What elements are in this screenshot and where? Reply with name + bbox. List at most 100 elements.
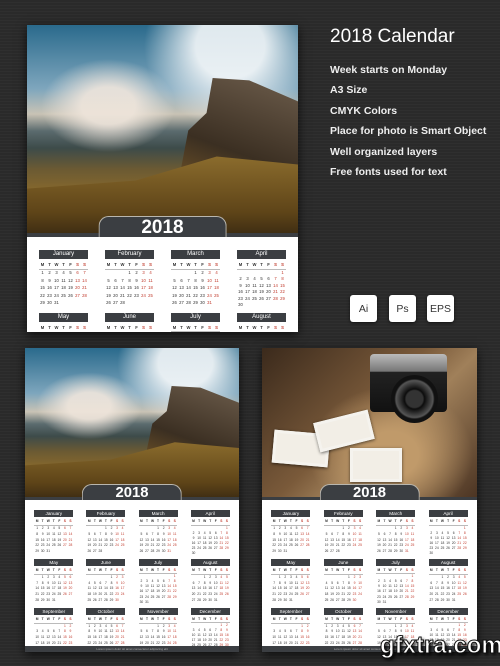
weekday-label: T [244,325,251,332]
camera-lens-image [391,375,439,423]
day-cell: 18 [148,285,153,291]
day-cell: 24 [245,295,250,301]
feature-item: Well organized layers [330,145,438,158]
day-cell: 30 [352,597,357,602]
empty-cell [171,270,178,277]
weekday-label: W [53,262,60,271]
year-label: 2018 [98,216,227,238]
weekday-label: S [67,519,74,527]
day-cell: 26 [172,300,177,306]
day-cell: 8 [194,277,197,283]
day-cell: 13 [75,277,80,283]
poster-photo [262,348,477,500]
month-header: May [34,558,74,566]
weekday-label: M [39,325,46,332]
weekday-label: S [119,617,126,624]
day-cell: 25 [172,543,177,548]
day-cell: 6 [114,277,117,283]
month-august: AugustMTWTFSS123456789101112131415161718… [190,558,230,604]
day-cell: 31 [46,549,51,554]
weekday-label: M [237,325,244,332]
month-header: March [171,250,220,259]
day-cell: 27 [113,300,118,306]
day-cell: 30 [191,550,196,555]
weekday-label: T [60,262,67,271]
month-header: March [138,510,178,518]
month-june: JuneMTWTFSS12345678910111213141516171819… [86,558,126,604]
month-header: May [271,558,311,566]
day-cell: 4 [62,270,65,276]
day-cell: 14 [186,285,191,291]
weekday-label: S [304,617,311,624]
month-header: November [376,607,416,615]
calendar-grid: January M T W T F S S 1 2 3 4 5 6 7 8 9 10 11 12 13 14 15 16 17 1… [262,500,477,652]
day-cell: 15 [193,285,198,291]
day-cell: 27 [305,592,310,597]
month-header: July [171,312,220,322]
month-june: JuneMTWTFSS12345678910111213141516171819… [105,312,154,332]
day-cell: 30 [47,300,52,306]
feature-item: CMYK Colors [330,104,398,117]
empty-cell [178,270,185,277]
photoshop-format-icon: Ps [389,295,416,322]
month-header: July [138,558,178,566]
day-cell: 31 [145,599,149,604]
weekday-label: T [258,325,265,332]
day-cell: 25 [214,292,219,298]
weekday-label: M [105,325,112,332]
weekday-label: S [224,568,230,575]
day-cell: 29 [172,594,177,599]
month-april: April M T W T F S S 1 2 3 4 5 6 7 8 9 10 11 12 13 14 15 16 17 18 1… [190,510,230,555]
weekday-label: S [67,617,74,624]
day-cell: 17 [141,285,146,291]
day-cell: 5 [69,270,72,276]
day-cell: 25 [410,543,415,548]
day-cell: 6 [180,277,183,283]
day-cell: 31 [213,597,218,602]
day-cell: 25 [120,543,125,548]
year-label: 2018 [81,484,183,501]
weekday-label: T [112,325,119,332]
empty-cell [119,270,126,277]
day-cell: 2 [135,270,138,276]
year-label: 2018 [319,484,420,501]
weekday-label: T [258,262,265,270]
day-cell: 3 [142,270,145,276]
day-cell: 26 [68,292,73,298]
day-cell: 31 [289,597,293,602]
day-cell: 5 [107,277,110,283]
month-august: AugustMTWTFSS123456789101112131415161718… [428,558,468,604]
day-cell: 27 [179,300,184,306]
weekday-label: S [74,325,81,332]
day-cell: 23 [134,292,139,298]
day-cell: 4 [215,270,218,276]
weekday-label: W [53,325,60,332]
photo-print [312,410,375,454]
day-cell: 21 [82,285,87,291]
month-may: MayMTWTFSS123456789101112131415161718192… [34,558,74,604]
day-cell: 28 [120,300,125,306]
eps-format-icon: EPS [427,295,454,322]
day-cell: 31 [207,300,212,306]
product-title: 2018 Calendar [330,26,455,47]
day-cell: 2 [48,270,51,276]
weekday-label: S [272,325,279,332]
weekday-label: M [171,325,178,332]
day-cell: 31 [283,549,288,554]
month-header: December [428,607,468,615]
day-cell: 11 [148,277,153,283]
day-cell: 31 [382,599,387,604]
weekday-label: T [178,325,185,332]
day-cell: 4 [149,270,152,276]
day-cell: 23 [200,292,205,298]
day-cell: 29 [225,545,229,550]
month-header: February [86,510,126,518]
day-cell: 31 [405,549,409,554]
day-cell: 8 [41,277,44,283]
day-cell: 5 [173,277,176,283]
day-cell: 30 [429,550,434,555]
feature-item: A3 Size [330,84,368,97]
day-cell: 24 [141,292,146,298]
day-cell: 31 [167,549,171,554]
month-july: JulyMTWTFSS12345678910111213141516171819… [171,312,220,332]
